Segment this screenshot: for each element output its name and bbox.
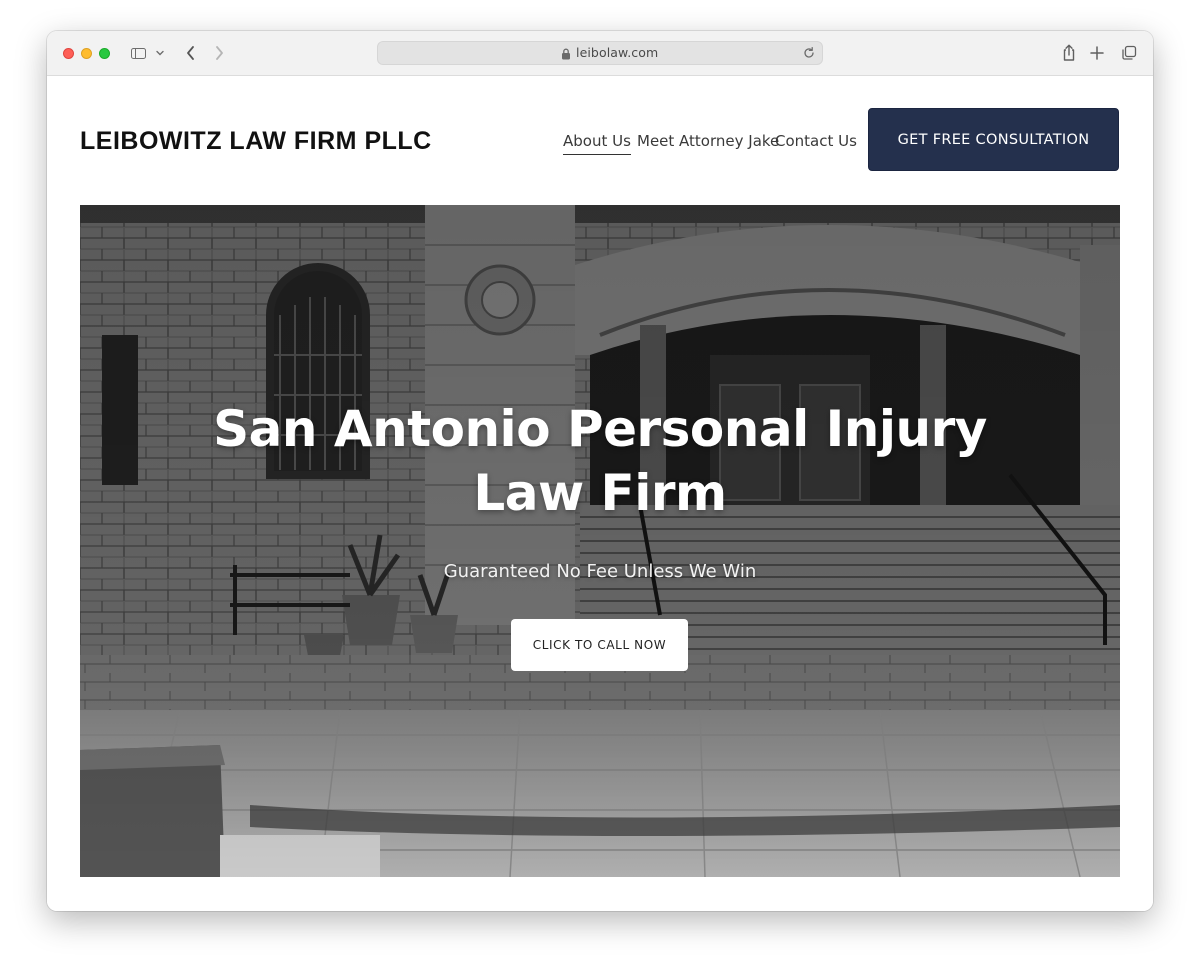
lock-icon (561, 47, 571, 65)
share-icon[interactable] (1059, 41, 1079, 65)
get-free-consultation-button[interactable]: GET FREE CONSULTATION (868, 108, 1119, 171)
web-page: LEIBOWITZ LAW FIRM PLLC About Us Meet At… (47, 76, 1153, 911)
hero-title: San Antonio Personal Injury Law Firm (80, 397, 1120, 525)
nav-link-contact-us[interactable]: Contact Us (775, 132, 857, 150)
url-text: leibolaw.com (576, 45, 659, 60)
address-bar[interactable]: leibolaw.com (377, 41, 823, 65)
hero-subtitle: Guaranteed No Fee Unless We Win (443, 561, 757, 582)
courthouse-photo (80, 205, 1120, 877)
nav-link-about-us[interactable]: About Us (563, 132, 631, 155)
browser-window: leibolaw.com LEIBOWITZ LAW FIRM PLLC Abo… (47, 31, 1153, 911)
hero-title-line-2: Law Firm (473, 464, 727, 522)
reload-icon[interactable] (802, 46, 816, 65)
click-to-call-button[interactable]: CLICK TO CALL NOW (511, 619, 688, 671)
chevron-down-icon[interactable] (153, 41, 167, 65)
hero-title-line-1: San Antonio Personal Injury (213, 400, 987, 458)
sidebar-icon[interactable] (127, 41, 149, 65)
close-window-button[interactable] (63, 48, 74, 59)
minimize-window-button[interactable] (81, 48, 92, 59)
back-arrow-icon[interactable] (181, 41, 201, 65)
hero-section: San Antonio Personal Injury Law Firm Gua… (80, 205, 1120, 877)
new-tab-icon[interactable] (1087, 41, 1107, 65)
tabs-overview-icon[interactable] (1119, 41, 1139, 65)
forward-arrow-icon[interactable] (209, 41, 229, 65)
browser-toolbar: leibolaw.com (47, 31, 1153, 76)
site-logo-text[interactable]: LEIBOWITZ LAW FIRM PLLC (80, 127, 432, 156)
zoom-window-button[interactable] (99, 48, 110, 59)
nav-link-meet-attorney-jake[interactable]: Meet Attorney Jake (637, 132, 779, 150)
